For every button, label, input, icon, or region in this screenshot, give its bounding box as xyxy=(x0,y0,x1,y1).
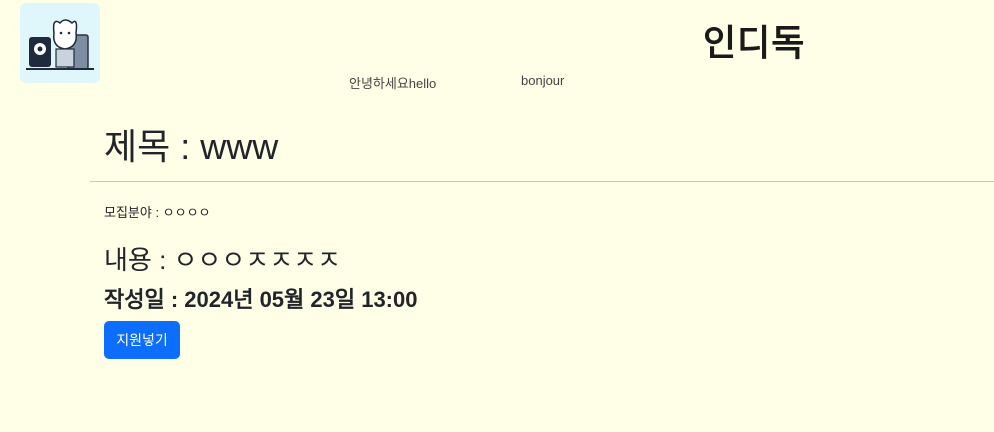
post-content: 내용 : ㅇㅇㅇㅈㅈㅈㅈ xyxy=(104,245,341,275)
divider xyxy=(90,181,994,182)
brand-title[interactable]: 인디독 xyxy=(703,14,805,66)
post-title: 제목 : www xyxy=(104,126,279,167)
nav-link-bonjour[interactable]: bonjour xyxy=(521,73,564,88)
nav-link-hello[interactable]: 안녕하세요hello xyxy=(349,73,436,92)
logo[interactable] xyxy=(20,3,100,83)
dog-logo-icon xyxy=(26,19,94,70)
post-date: 작성일 : 2024년 05월 23일 13:00 xyxy=(104,287,418,312)
apply-button[interactable]: 지원넣기 xyxy=(104,321,180,359)
recruit-field: 모집분야 : ㅇㅇㅇㅇ xyxy=(104,205,211,220)
